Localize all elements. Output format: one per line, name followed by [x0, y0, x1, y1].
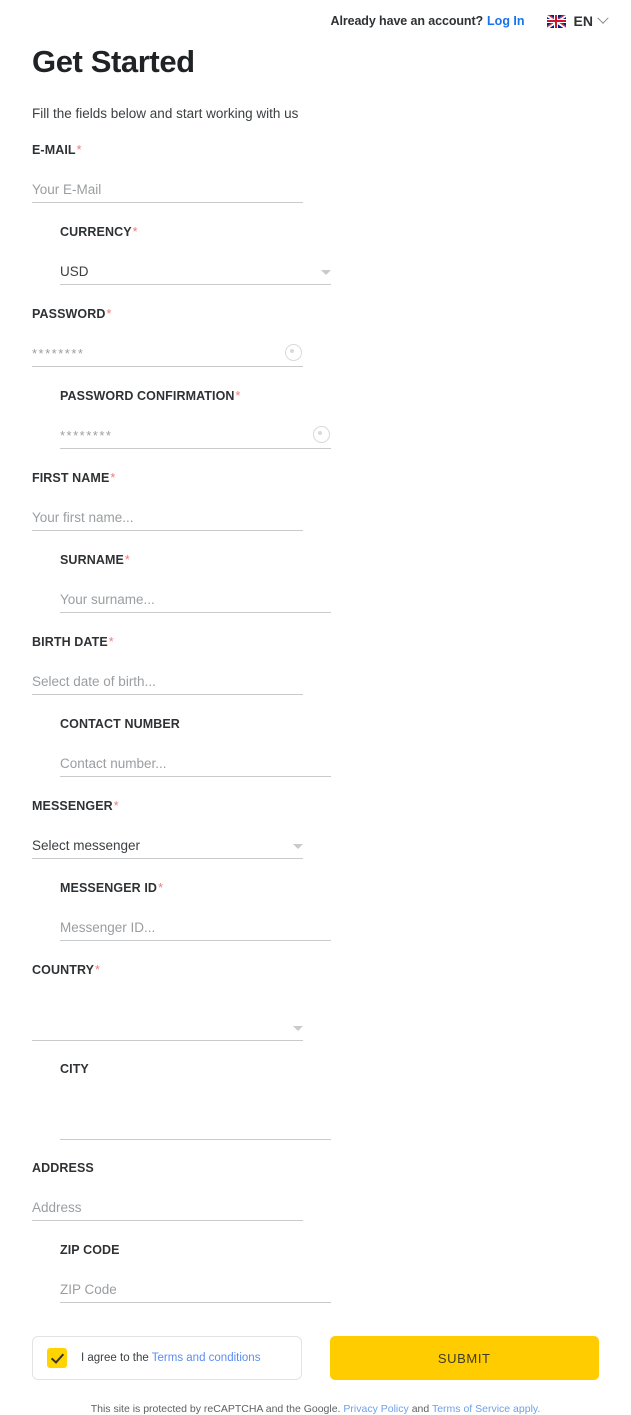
zip-code-input[interactable]: ZIP Code: [60, 1274, 331, 1303]
terms-agreement-prefix: I agree to the: [81, 1352, 149, 1364]
required-asterisk: *: [113, 799, 119, 813]
terms-and-conditions-link[interactable]: Terms and conditions: [152, 1352, 261, 1364]
field-birth-date: BIRTH DATE* Select date of birth...: [32, 635, 303, 717]
messenger-select[interactable]: Select messenger: [32, 830, 303, 859]
language-selector[interactable]: EN: [546, 12, 609, 29]
required-asterisk: *: [235, 389, 241, 403]
birth-date-input-value: Select date of birth...: [32, 674, 156, 689]
birth-date-input[interactable]: Select date of birth...: [32, 666, 303, 695]
email-input[interactable]: Your E-Mail: [32, 174, 303, 203]
page-subtitle: Fill the fields below and start working …: [32, 106, 299, 121]
label-birth-date: BIRTH DATE*: [32, 635, 114, 649]
label-zip-code: ZIP CODE: [60, 1243, 120, 1257]
contact-number-input[interactable]: Contact number...: [60, 748, 331, 777]
terms-checkbox[interactable]: [47, 1348, 67, 1368]
field-messenger-id: MESSENGER ID* Messenger ID...: [60, 881, 331, 963]
city-input-value: [60, 1133, 331, 1139]
password-confirmation-input[interactable]: ********: [60, 420, 331, 449]
terms-agreement-label: I agree to the Terms and conditions: [81, 1352, 260, 1364]
required-asterisk: *: [158, 881, 164, 895]
label-address: ADDRESS: [32, 1161, 94, 1175]
country-select[interactable]: [32, 1012, 303, 1041]
log-in-link[interactable]: Log In: [487, 14, 525, 28]
required-asterisk: *: [76, 143, 82, 157]
terms-of-service-link[interactable]: Terms of Service apply.: [432, 1403, 540, 1415]
chevron-down-icon: [597, 12, 609, 24]
currency-select-value: USD: [60, 264, 89, 279]
address-input[interactable]: Address: [32, 1192, 303, 1221]
field-email: E-MAIL* Your E-Mail: [32, 143, 303, 225]
label-password: PASSWORD*: [32, 307, 112, 321]
field-zip-code: ZIP CODE ZIP Code: [60, 1243, 331, 1325]
field-password: PASSWORD* ********: [32, 307, 303, 389]
address-input-value: Address: [32, 1200, 82, 1215]
submit-button[interactable]: SUBMIT: [329, 1336, 599, 1380]
label-first-name: FIRST NAME*: [32, 471, 116, 485]
chevron-down-icon[interactable]: [293, 844, 303, 849]
label-surname: SURNAME*: [60, 553, 130, 567]
label-password-confirmation: PASSWORD CONFIRMATION*: [60, 389, 241, 403]
surname-input[interactable]: Your surname...: [60, 584, 331, 613]
field-country: COUNTRY*: [32, 963, 303, 1062]
privacy-policy-link[interactable]: Privacy Policy: [343, 1403, 408, 1415]
messenger-id-input-value: Messenger ID...: [60, 920, 156, 935]
first-name-input[interactable]: Your first name...: [32, 502, 303, 531]
account-prompt: Already have an account?: [330, 14, 484, 28]
recaptcha-notice: This site is protected by reCAPTCHA and …: [0, 1403, 631, 1415]
top-bar: Already have an account? Log In EN: [0, 0, 631, 42]
page-title: Get Started: [32, 44, 195, 79]
label-messenger: MESSENGER*: [32, 799, 119, 813]
required-asterisk: *: [95, 963, 101, 977]
form-actions: I agree to the Terms and conditions SUBM…: [0, 1336, 631, 1380]
required-asterisk: *: [108, 635, 114, 649]
label-city: CITY: [60, 1062, 89, 1076]
password-input-value: ********: [32, 347, 85, 361]
field-messenger: MESSENGER* Select messenger: [32, 799, 303, 881]
label-country: COUNTRY*: [32, 963, 101, 977]
field-address: ADDRESS Address: [32, 1161, 303, 1243]
recaptcha-conjunction: and: [411, 1403, 430, 1415]
required-asterisk: *: [110, 471, 116, 485]
first-name-input-value: Your first name...: [32, 510, 134, 525]
label-currency: CURRENCY*: [60, 225, 138, 239]
password-input[interactable]: ********: [32, 338, 303, 367]
surname-input-value: Your surname...: [60, 592, 155, 607]
required-asterisk: *: [124, 553, 130, 567]
email-input-value: Your E-Mail: [32, 182, 102, 197]
eye-icon[interactable]: [285, 344, 302, 361]
chevron-down-icon[interactable]: [321, 270, 331, 275]
uk-flag-icon: [546, 14, 566, 28]
zip-code-input-value: ZIP Code: [60, 1282, 117, 1297]
messenger-select-value: Select messenger: [32, 838, 141, 853]
required-asterisk: *: [132, 225, 138, 239]
field-currency: CURRENCY* USD: [60, 225, 331, 307]
required-asterisk: *: [106, 307, 112, 321]
country-select-value: [32, 1034, 293, 1040]
page-header: Get Started Fill the fields below and st…: [0, 42, 631, 121]
field-surname: SURNAME* Your surname...: [60, 553, 331, 635]
recaptcha-text: This site is protected by reCAPTCHA and …: [90, 1403, 341, 1415]
field-contact-number: CONTACT NUMBER Contact number...: [60, 717, 331, 799]
messenger-id-input[interactable]: Messenger ID...: [60, 912, 331, 941]
label-messenger-id: MESSENGER ID*: [60, 881, 164, 895]
language-label: EN: [573, 13, 593, 29]
terms-agreement[interactable]: I agree to the Terms and conditions: [32, 1336, 302, 1380]
label-contact-number: CONTACT NUMBER: [60, 717, 180, 731]
chevron-down-icon[interactable]: [293, 1026, 303, 1031]
field-first-name: FIRST NAME* Your first name...: [32, 471, 303, 553]
field-city: CITY: [60, 1062, 331, 1161]
contact-number-input-value: Contact number...: [60, 756, 167, 771]
city-input[interactable]: [60, 1111, 331, 1140]
field-password-confirmation: PASSWORD CONFIRMATION* ********: [60, 389, 331, 471]
registration-form: E-MAIL* Your E-Mail CURRENCY* USD PASSWO…: [0, 143, 631, 1325]
label-email: E-MAIL*: [32, 143, 82, 157]
password-confirmation-input-value: ********: [60, 429, 113, 443]
eye-icon[interactable]: [313, 426, 330, 443]
currency-select[interactable]: USD: [60, 256, 331, 285]
